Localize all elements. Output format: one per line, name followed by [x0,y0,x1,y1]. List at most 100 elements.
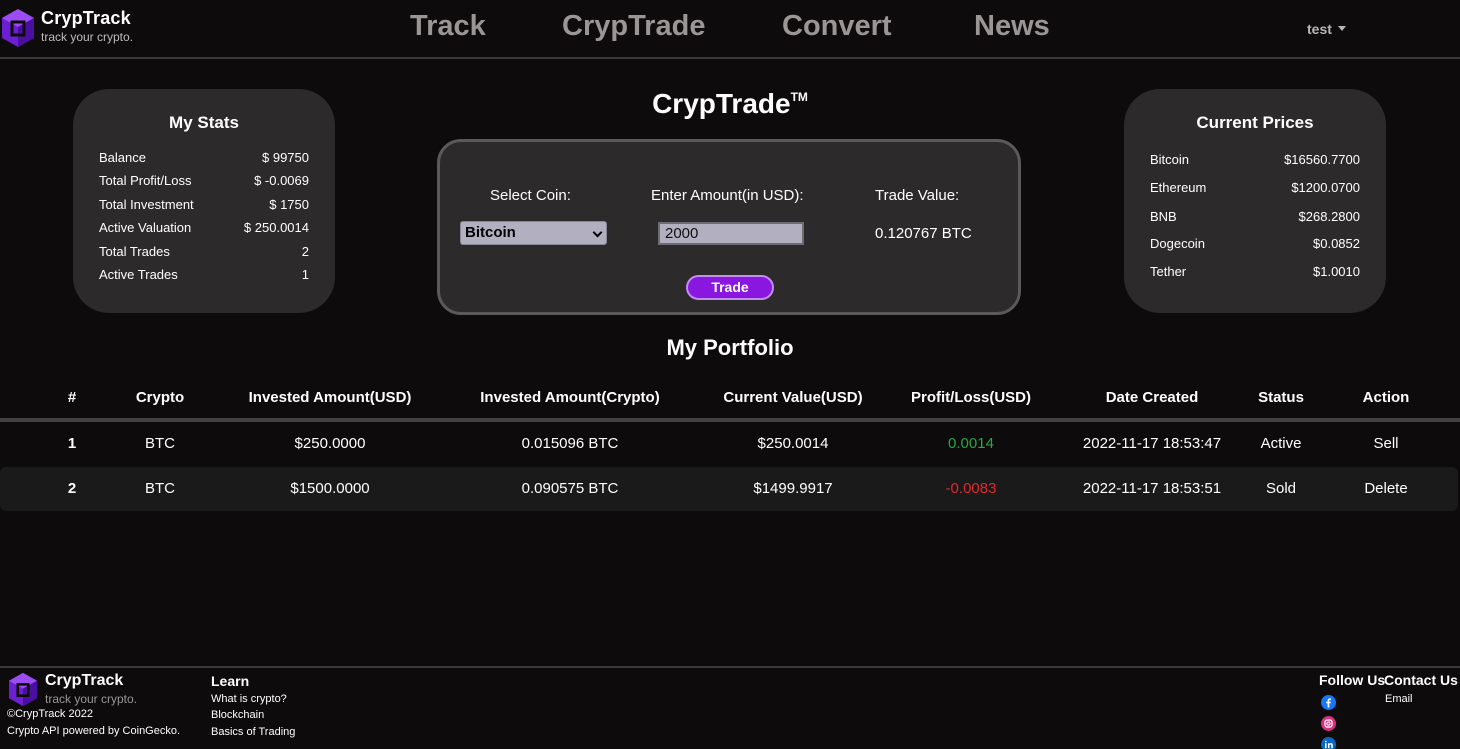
table-row: 2 BTC $1500.0000 0.090575 BTC $1499.9917… [0,467,1458,511]
stat-label: Active Trades [99,267,178,282]
footer-brand-tagline: track your crypto. [45,692,138,706]
select-coin-label: Select Coin: [490,187,571,204]
cell-profit-loss: -0.0083 [945,480,997,497]
trade-value: 0.120767 BTC [875,225,972,242]
my-stats-card: My Stats Balance $ 99750 Total Profit/Lo… [73,89,335,313]
cell-current-value: $250.0014 [757,435,829,452]
coin-price: $16560.7700 [1284,152,1360,167]
stat-row-active-valuation: Active Valuation $ 250.0014 [99,220,309,236]
cell-invested-usd: $1500.0000 [290,480,370,497]
stat-label: Total Trades [99,244,170,259]
coin-name: Bitcoin [1150,152,1190,167]
link-basics-of-trading[interactable]: Basics of Trading [211,726,295,738]
col-header-invested-usd: Invested Amount(USD) [248,389,412,406]
stat-row-balance: Balance $ 99750 [99,150,309,166]
cell-invested-crypto: 0.090575 BTC [521,480,619,497]
cube-logo-icon [2,9,34,47]
stat-value: $ 99750 [262,150,309,165]
prices-title: Current Prices [1196,113,1314,132]
price-row-tether: Tether $1.0010 [1150,264,1360,280]
top-navbar: CrypTrack track your crypto. Track CrypT… [0,0,1460,59]
coin-name: Tether [1150,264,1187,279]
trade-form: Select Coin: Enter Amount(in USD): Trade… [437,139,1021,315]
trademark-mark: TM [790,89,808,104]
nav-cryptrade[interactable]: CrypTrade [562,10,705,43]
stat-row-total-profit-loss: Total Profit/Loss $ -0.0069 [99,173,309,189]
stat-value: 1 [301,267,309,282]
stat-value: $ -0.0069 [254,173,309,188]
trade-button[interactable]: Trade [686,275,774,300]
api-credit: Crypto API powered by CoinGecko. [7,725,181,737]
col-header-current-value: Current Value(USD) [723,389,863,406]
stat-row-active-trades: Active Trades 1 [99,267,309,283]
footer: CrypTrack track your crypto. ©CrypTrack … [0,666,1460,749]
caret-down-icon [1337,25,1346,31]
facebook-icon[interactable] [1321,695,1336,710]
trade-value-label: Trade Value: [875,187,960,204]
stat-label: Balance [99,150,146,165]
stat-value: $ 250.0014 [243,220,309,235]
col-header-date-created: Date Created [1105,389,1199,406]
col-header-status: Status [1258,389,1304,406]
link-what-is-crypto[interactable]: What is crypto? [211,693,287,705]
amount-input[interactable]: 2000 [658,222,804,245]
stat-row-total-trades: Total Trades 2 [99,244,309,260]
price-row-bnb: BNB $268.2800 [1150,209,1360,225]
coin-name: Ethereum [1150,180,1207,195]
user-name: test [1307,21,1332,37]
cell-number: 1 [67,435,77,452]
learn-heading: Learn [211,673,250,689]
nav-convert[interactable]: Convert [782,10,892,43]
selected-coin: Bitcoin [465,224,516,241]
nav-news[interactable]: News [974,10,1050,43]
link-blockchain[interactable]: Blockchain [211,709,264,721]
coin-name: BNB [1150,209,1177,224]
stat-row-total-investment: Total Investment $ 1750 [99,197,309,213]
col-header-invested-crypto: Invested Amount(Crypto) [480,389,660,406]
brand-name: CrypTrack [41,8,131,28]
cell-profit-loss: 0.0014 [948,435,994,452]
brand-logo[interactable]: CrypTrack track your crypto. [0,5,160,49]
coin-select[interactable]: Bitcoin [460,221,607,245]
coin-price: $0.0852 [1313,236,1360,251]
cell-status: Active [1260,435,1302,452]
current-prices-card: Current Prices Bitcoin $16560.7700 Ether… [1124,89,1386,313]
stat-value: 2 [301,244,309,259]
contact-us-heading: Contact Us [1384,672,1458,688]
cell-crypto: BTC [145,480,175,497]
cell-status: Sold [1265,480,1297,497]
sell-button[interactable]: Sell [1346,435,1426,452]
footer-brand-name: CrypTrack [45,672,124,689]
stat-label: Active Valuation [99,220,192,235]
col-header-number: # [67,389,77,406]
copyright: ©CrypTrack 2022 [7,708,93,720]
email-link[interactable]: Email [1385,693,1413,705]
cell-crypto: BTC [145,435,175,452]
cell-current-value: $1499.9917 [753,480,833,497]
cell-date-created: 2022-11-17 18:53:47 [1082,435,1222,452]
instagram-icon[interactable] [1321,716,1336,731]
cell-date-created: 2022-11-17 18:53:51 [1082,480,1222,497]
coin-price: $268.2800 [1298,209,1360,224]
price-row-ethereum: Ethereum $1200.0700 [1150,180,1360,196]
coin-price: $1.0010 [1313,264,1360,279]
linkedin-icon[interactable] [1321,737,1336,749]
cell-invested-usd: $250.0000 [294,435,366,452]
table-row: 1 BTC $250.0000 0.015096 BTC $250.0014 0… [0,422,1460,466]
nav-track[interactable]: Track [410,10,486,43]
delete-button[interactable]: Delete [1346,480,1426,497]
price-row-dogecoin: Dogecoin $0.0852 [1150,236,1360,252]
user-menu-dropdown[interactable]: test [1307,21,1346,37]
col-header-crypto: Crypto [135,389,185,406]
cube-logo-icon [9,672,37,707]
cell-number: 2 [67,480,77,497]
price-row-bitcoin: Bitcoin $16560.7700 [1150,152,1360,168]
col-header-action: Action [1362,389,1410,406]
stats-title: My Stats [169,113,239,132]
portfolio-title: My Portfolio [666,335,794,360]
coin-name: Dogecoin [1150,236,1205,251]
follow-us-heading: Follow Us [1319,672,1386,688]
coin-price: $1200.0700 [1291,180,1360,195]
stat-label: Total Investment [99,197,194,212]
col-header-profit-loss: Profit/Loss(USD) [911,389,1031,406]
